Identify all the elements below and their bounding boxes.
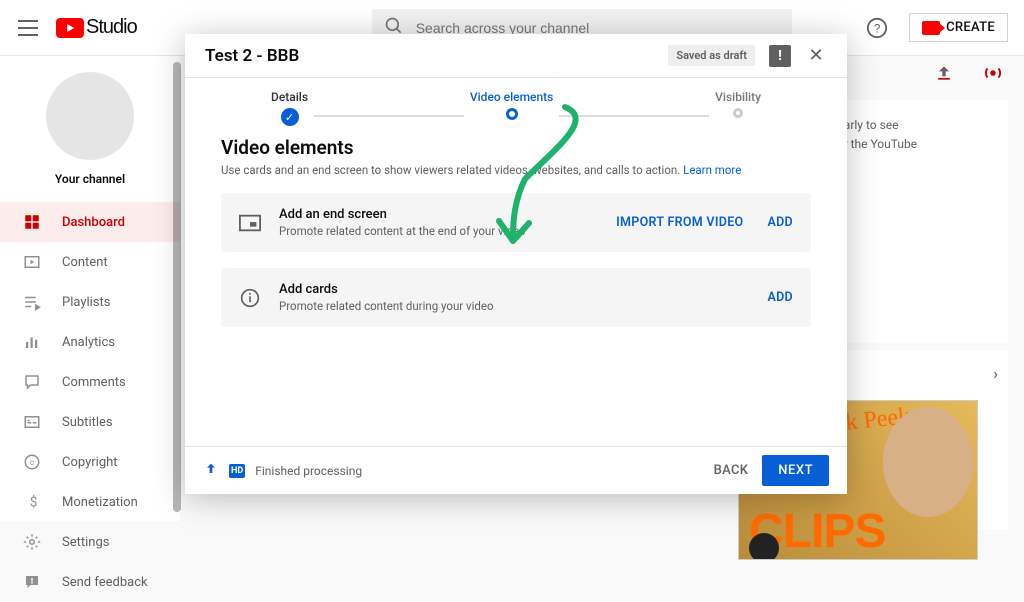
dialog-header: Test 2 - BBB Saved as draft ! ✕ (185, 34, 847, 78)
end-screen-icon (239, 212, 261, 234)
video-camera-icon (922, 21, 940, 35)
card-end-screen: Add an end screen Promote related conten… (221, 193, 811, 252)
processing-label: Finished processing (255, 464, 362, 478)
create-button[interactable]: CREATE (909, 13, 1008, 42)
add-cards-button[interactable]: ADD (767, 290, 793, 305)
step-video-elements[interactable]: Video elements (464, 90, 559, 120)
step-details[interactable]: Details ✓ (265, 90, 314, 126)
logo-text: Studio (86, 16, 137, 39)
sidebar-item-feedback[interactable]: Send feedback (0, 562, 180, 602)
card-title: Add cards (279, 282, 767, 297)
section-title: Video elements (221, 136, 811, 159)
stepper: Details ✓ Video elements Visibility (185, 78, 847, 126)
card-title: Add an end screen (279, 207, 616, 222)
sidebar-item-settings[interactable]: Settings (0, 522, 180, 562)
add-end-screen-button[interactable]: ADD (767, 215, 793, 230)
processing-status: HD Finished processing (203, 461, 362, 480)
step-visibility[interactable]: Visibility (709, 90, 767, 118)
close-icon[interactable]: ✕ (805, 45, 827, 67)
card-subtitle: Promote related content during your vide… (279, 299, 767, 313)
sidebar-item-label: Settings (62, 535, 109, 550)
thumb-play-icon (749, 533, 779, 560)
gear-icon (22, 533, 42, 551)
upload-dialog: Test 2 - BBB Saved as draft ! ✕ Details … (185, 34, 847, 494)
logo[interactable]: Studio (56, 16, 137, 39)
dialog-title: Test 2 - BBB (205, 46, 668, 66)
back-button[interactable]: BACK (714, 463, 749, 478)
create-label: CREATE (946, 20, 995, 35)
upload-complete-icon (203, 461, 219, 480)
draft-status: Saved as draft (668, 45, 755, 66)
sidebar-item-label: Send feedback (62, 575, 148, 590)
help-icon[interactable]: ? (865, 16, 889, 40)
youtube-icon (56, 18, 84, 38)
feedback-icon[interactable]: ! (769, 45, 791, 67)
menu-icon[interactable] (16, 16, 40, 40)
svg-text:?: ? (874, 21, 881, 35)
check-icon: ✓ (281, 108, 299, 126)
hd-icon: HD (229, 464, 245, 478)
dialog-body: Video elements Use cards and an end scre… (185, 126, 847, 446)
next-button[interactable]: NEXT (762, 455, 829, 486)
info-icon (239, 287, 261, 309)
card-subtitle: Promote related content at the end of yo… (279, 224, 616, 238)
card-add-cards: Add cards Promote related content during… (221, 268, 811, 327)
feedback-icon (22, 573, 42, 591)
section-subtitle: Use cards and an end screen to show view… (221, 163, 811, 177)
step-dot-icon (506, 108, 518, 120)
dialog-footer: HD Finished processing BACK NEXT (185, 446, 847, 494)
learn-more-link[interactable]: Learn more (683, 163, 741, 177)
import-from-video-button[interactable]: IMPORT FROM VIDEO (616, 215, 743, 230)
step-dot-icon (733, 108, 743, 118)
